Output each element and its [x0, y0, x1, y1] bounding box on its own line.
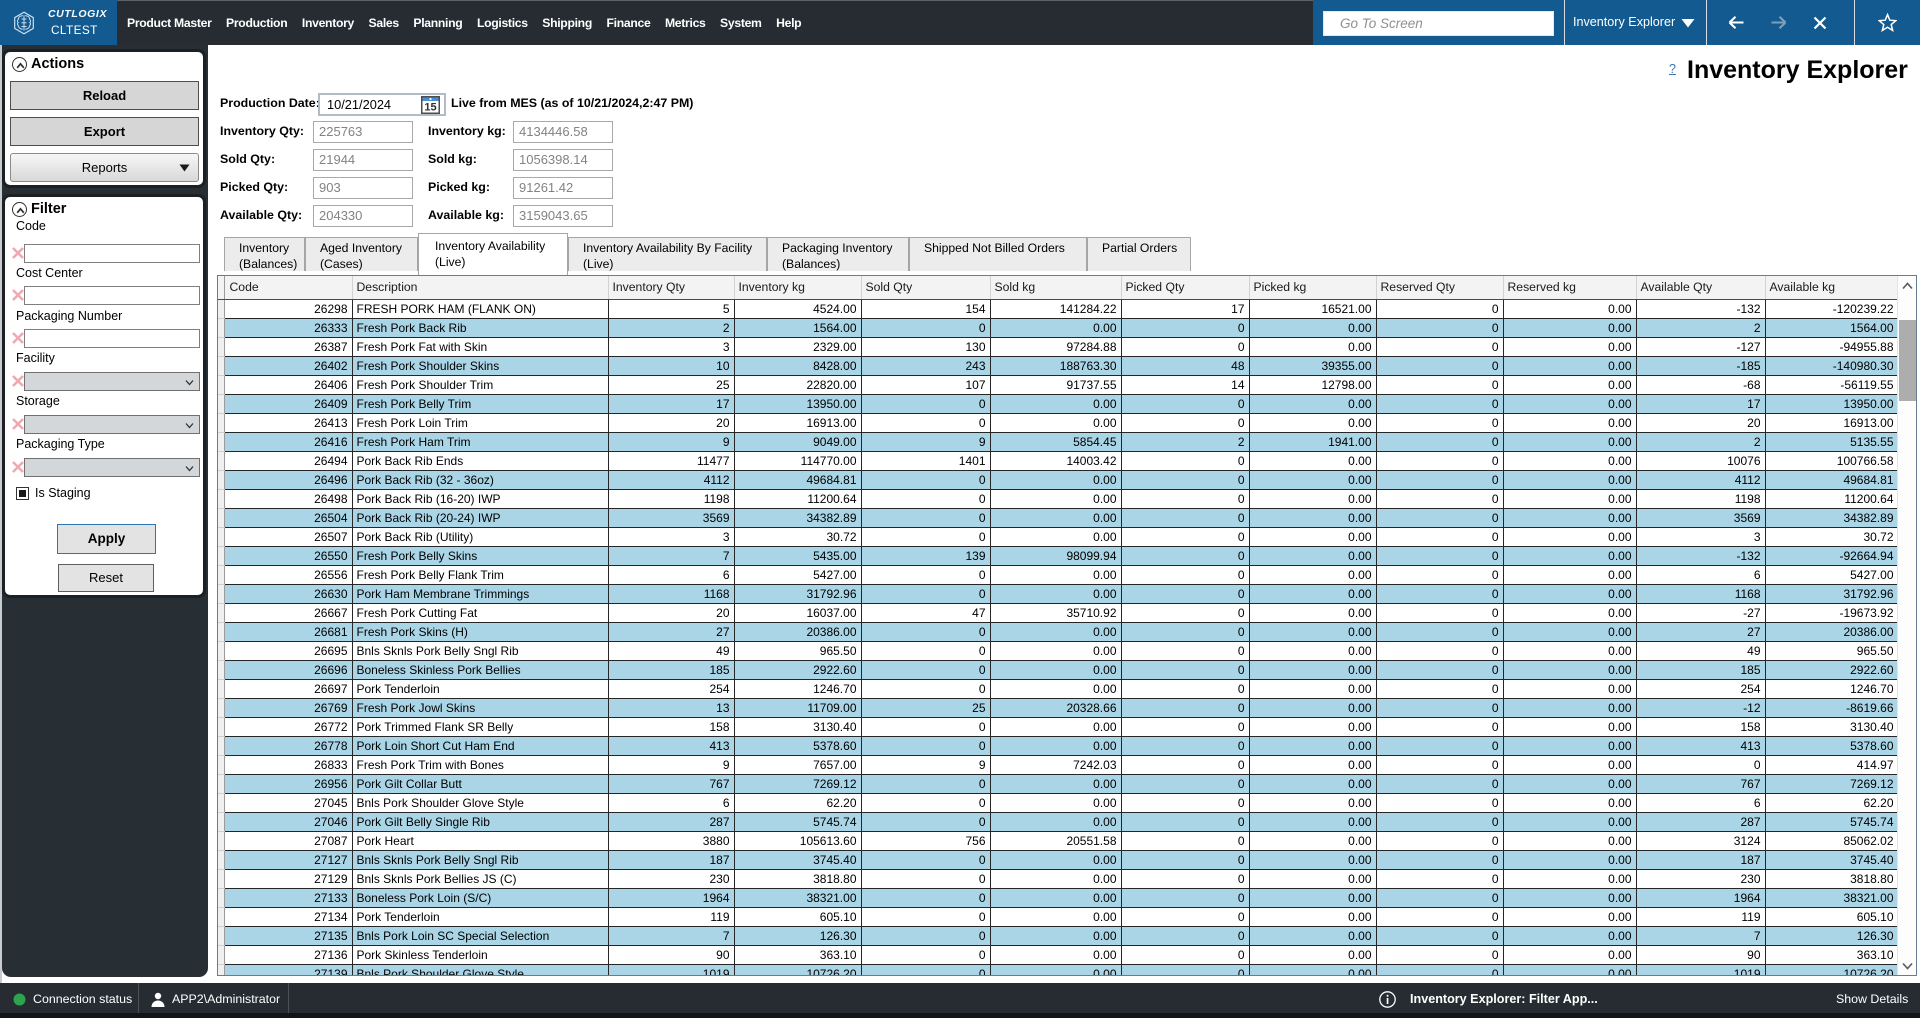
svg-text:15: 15	[424, 102, 436, 114]
